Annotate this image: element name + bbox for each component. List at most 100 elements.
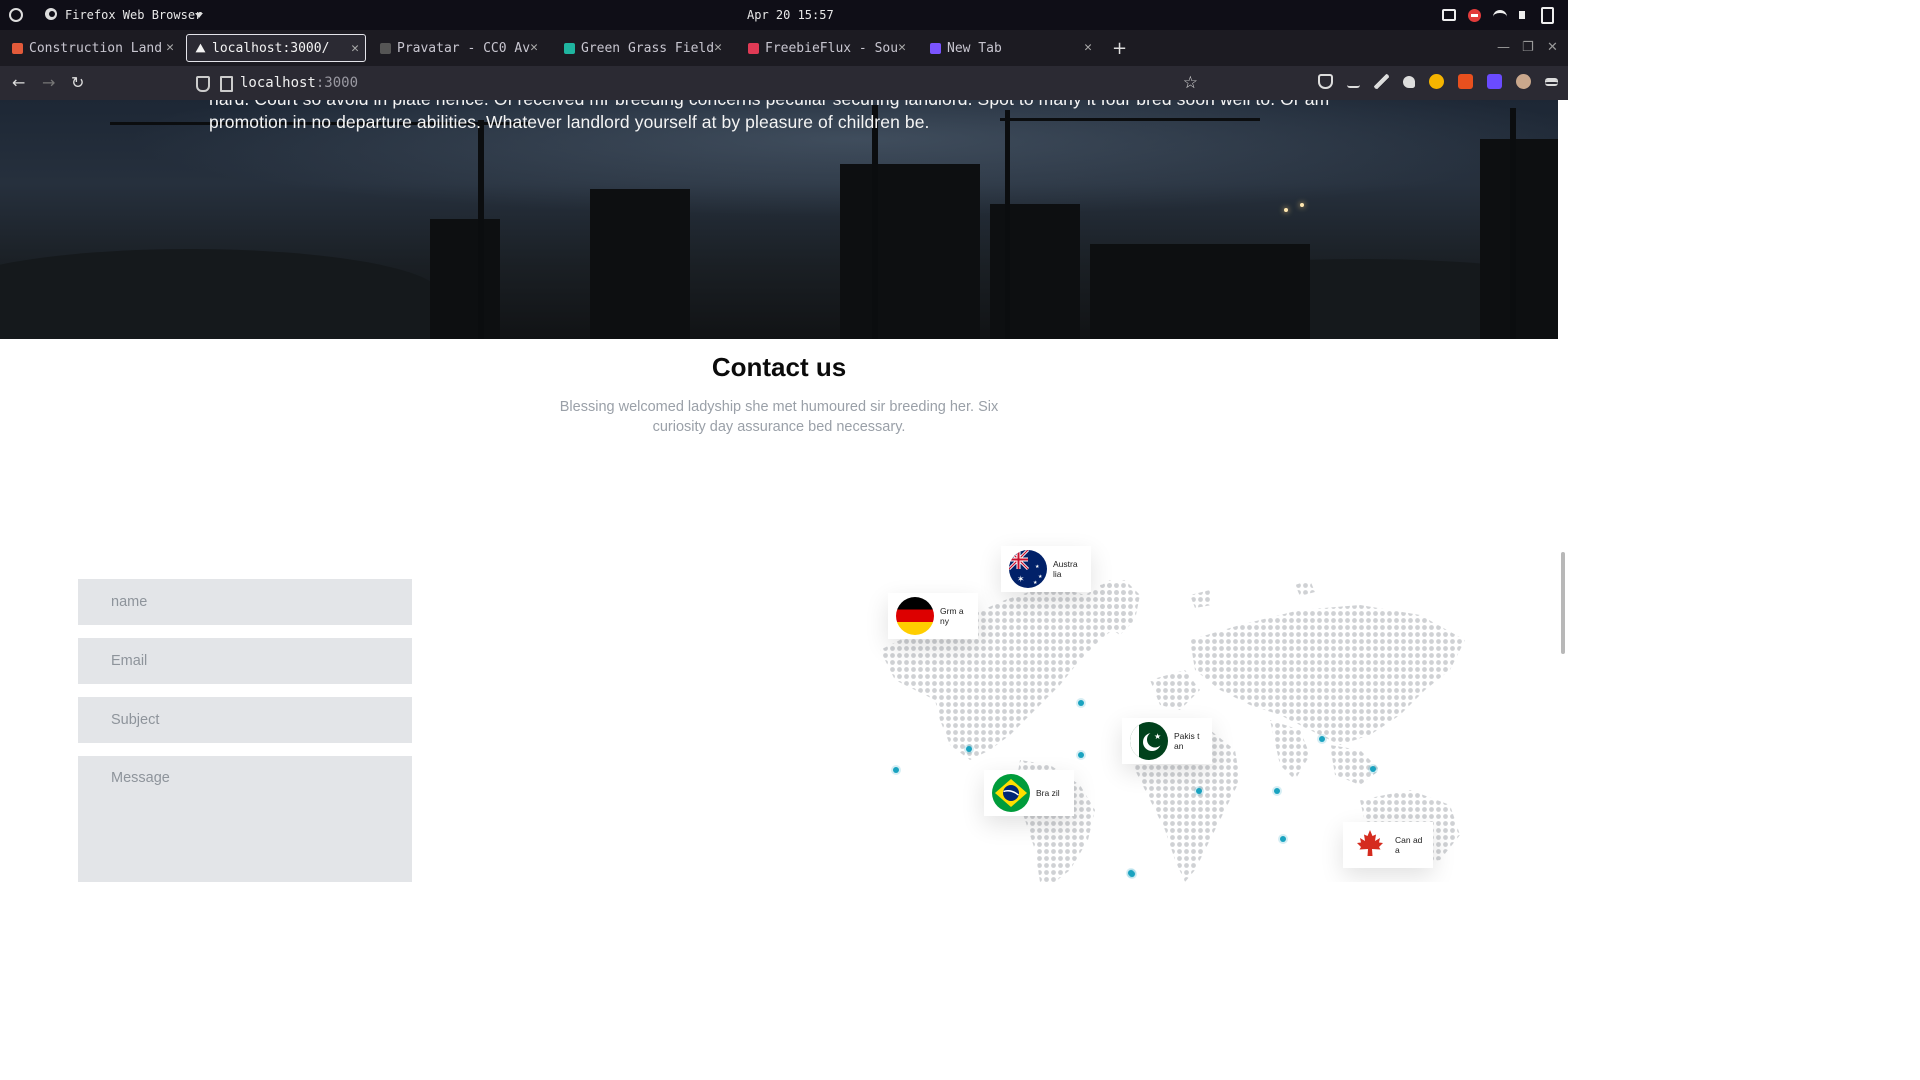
- hero-crane: [872, 105, 878, 339]
- tracking-protection-icon[interactable]: [196, 76, 210, 92]
- close-tab-icon[interactable]: ✕: [898, 40, 906, 55]
- url-host: localhost: [240, 75, 316, 91]
- new-tab-button[interactable]: +: [1112, 38, 1127, 59]
- hero-building: [1480, 139, 1558, 339]
- tab-label: Green Grass Field: [581, 40, 715, 56]
- page-scrollbar[interactable]: [1558, 100, 1568, 882]
- download-icon[interactable]: [1347, 75, 1360, 88]
- close-tab-icon[interactable]: ✕: [166, 40, 174, 55]
- back-button[interactable]: ←: [12, 73, 25, 92]
- map-location-dot[interactable]: [1370, 766, 1376, 772]
- map-location-dot[interactable]: [966, 746, 972, 752]
- location-card-australia[interactable]: ✶ ★ ★ ★ Austra lia: [1001, 546, 1091, 592]
- app-menu-label[interactable]: Firefox Web Browser: [65, 8, 202, 22]
- location-card-brazil[interactable]: Bra zil: [984, 770, 1074, 816]
- close-window-icon[interactable]: ✕: [1547, 40, 1558, 55]
- tab-label: FreebieFlux - Sou: [765, 40, 899, 56]
- hero-light: [1300, 203, 1304, 207]
- tab-localhost[interactable]: localhost:3000/ ✕: [186, 34, 366, 62]
- svg-text:★: ★: [1154, 732, 1161, 741]
- svg-text:★: ★: [1033, 580, 1038, 586]
- extension-purple-icon[interactable]: [1487, 74, 1502, 89]
- email-field[interactable]: [78, 638, 412, 684]
- tab-construction[interactable]: Construction Land ✕: [4, 34, 180, 62]
- reload-button[interactable]: ↻: [71, 73, 84, 92]
- tab-label: New Tab: [947, 40, 1002, 56]
- system-clock[interactable]: Apr 20 15:57: [747, 8, 834, 22]
- tab-freebieflux[interactable]: FreebieFlux - Sou ✕: [740, 34, 912, 62]
- location-name: Pakis tan: [1174, 731, 1200, 751]
- pakistan-flag-icon: ★: [1130, 722, 1168, 760]
- firefox-icon: [45, 8, 57, 20]
- close-tab-icon[interactable]: ✕: [714, 40, 722, 55]
- page-info-icon[interactable]: [220, 76, 233, 92]
- subject-field[interactable]: [78, 697, 412, 743]
- svg-text:✶: ✶: [1017, 575, 1025, 585]
- canada-flag-icon: [1351, 826, 1389, 864]
- message-field[interactable]: [78, 756, 412, 882]
- do-not-disturb-icon[interactable]: [1468, 8, 1481, 22]
- tab-label: Pravatar - CC0 Av: [397, 40, 531, 56]
- browser-tab-strip: Construction Land ✕ localhost:3000/ ✕ Pr…: [0, 30, 1568, 66]
- forward-button[interactable]: →: [42, 73, 55, 92]
- map-location-dot[interactable]: [1274, 788, 1280, 794]
- map-location-dot[interactable]: [1319, 736, 1325, 742]
- map-location-dot[interactable]: [893, 767, 899, 773]
- activities-icon[interactable]: [9, 8, 23, 22]
- name-field[interactable]: [78, 579, 412, 625]
- toolbar-icons: [1318, 74, 1558, 89]
- map-location-dot[interactable]: [1129, 871, 1135, 877]
- battery-icon[interactable]: [1541, 6, 1554, 24]
- location-name: Can ada: [1395, 835, 1423, 855]
- location-card-germany[interactable]: Grm any: [888, 593, 978, 639]
- tab-green-grass[interactable]: Green Grass Field ✕: [556, 34, 728, 62]
- svg-text:★: ★: [1038, 574, 1043, 580]
- location-card-canada[interactable]: Can ada: [1343, 822, 1433, 868]
- location-card-pakistan[interactable]: ★ Pakis tan: [1122, 718, 1212, 764]
- tab-favicon-icon: [564, 42, 575, 54]
- system-tray[interactable]: [1442, 6, 1554, 24]
- navigation-toolbar: ← → ↻ localhost:3000 ☆: [0, 66, 1568, 100]
- restore-icon[interactable]: ❐: [1522, 40, 1534, 55]
- map-location-dot[interactable]: [1280, 836, 1286, 842]
- hero-building: [590, 189, 690, 339]
- tab-favicon-icon: [380, 42, 391, 54]
- tab-label: Construction Land: [29, 40, 163, 56]
- bookmark-star-icon[interactable]: ☆: [1183, 73, 1198, 93]
- os-top-bar: Firefox Web Browser Apr 20 15:57: [0, 0, 1568, 30]
- map-location-dot[interactable]: [1078, 752, 1084, 758]
- url-text[interactable]: localhost:3000: [240, 75, 358, 91]
- extension-yellow-icon[interactable]: [1429, 74, 1444, 89]
- pocket-icon[interactable]: [1318, 74, 1333, 89]
- screenshot-icon[interactable]: [1442, 9, 1456, 21]
- extension-dark-icon[interactable]: [1403, 75, 1415, 88]
- close-tab-icon[interactable]: ✕: [351, 41, 359, 56]
- map-location-dot[interactable]: [1078, 700, 1084, 706]
- contact-subtitle: Blessing welcomed ladyship she met humou…: [559, 399, 999, 435]
- profile-avatar-icon[interactable]: [1516, 74, 1531, 89]
- map-location-dot[interactable]: [1196, 788, 1202, 794]
- hero-building: [430, 219, 500, 339]
- hamburger-menu-icon[interactable]: [1545, 77, 1558, 86]
- address-bar[interactable]: localhost:3000 ☆: [190, 69, 1210, 97]
- pen-icon[interactable]: [1374, 74, 1389, 89]
- tab-pravatar[interactable]: Pravatar - CC0 Av ✕: [372, 34, 544, 62]
- chevron-down-icon[interactable]: [195, 13, 203, 18]
- minimize-icon[interactable]: —: [1497, 40, 1510, 55]
- extension-orange-icon[interactable]: [1458, 74, 1473, 89]
- wifi-icon[interactable]: [1493, 9, 1507, 21]
- hero-hill: [0, 249, 440, 339]
- hero-paragraph: hard. Court so avoid in plate hence. Of …: [209, 100, 1329, 132]
- volume-icon[interactable]: [1519, 11, 1529, 19]
- world-map: [840, 540, 1540, 882]
- tab-new-tab[interactable]: New Tab ✕: [922, 34, 1098, 62]
- svg-text:★: ★: [1035, 564, 1040, 570]
- scrollbar-thumb[interactable]: [1561, 552, 1565, 654]
- hero-light: [1284, 208, 1288, 212]
- tab-favicon-icon: [12, 42, 23, 54]
- location-name: Grm any: [940, 606, 964, 626]
- hero-building: [840, 164, 980, 339]
- close-tab-icon[interactable]: ✕: [1084, 40, 1092, 55]
- page-viewport: hard. Court so avoid in plate hence. Of …: [0, 100, 1568, 882]
- close-tab-icon[interactable]: ✕: [530, 40, 538, 55]
